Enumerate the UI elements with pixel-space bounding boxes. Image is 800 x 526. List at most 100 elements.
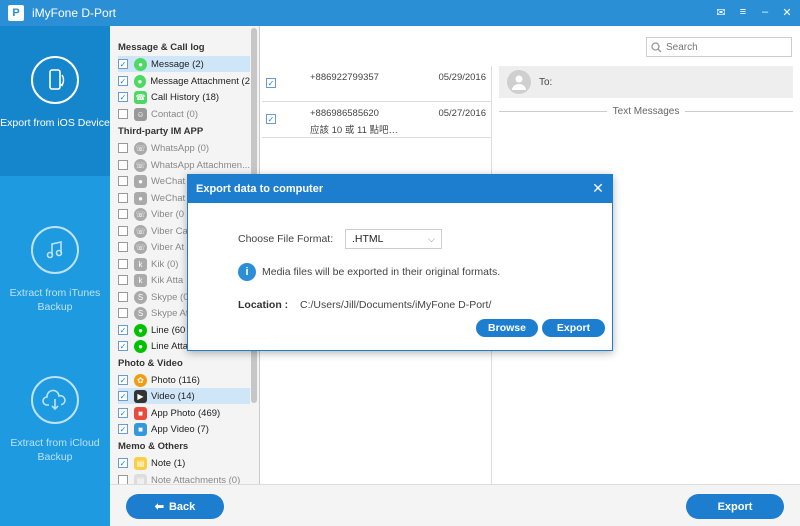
cat-whatsapp-attachment[interactable]: ☏ WhatsApp Attachmen... [118, 157, 250, 173]
checkbox[interactable] [118, 308, 128, 318]
avatar [507, 70, 531, 94]
checkbox[interactable]: ✓ [118, 458, 128, 468]
location-path: C:/Users/Jill/Documents/iMyFone D-Port/ [300, 299, 492, 311]
skype-icon: S [134, 290, 147, 304]
minimize-icon[interactable]: – [758, 4, 772, 20]
search-input[interactable] [666, 41, 786, 53]
checkbox[interactable] [118, 475, 128, 484]
message-phone: +886922799357 [310, 72, 379, 83]
photo-icon: ✿ [134, 373, 147, 387]
checkbox[interactable] [118, 275, 128, 285]
message-row[interactable]: ✓ +886986585620 05/27/2016 应該 10 或 11 點吧… [262, 102, 492, 138]
message-icon: ● [134, 57, 147, 71]
to-label: To: [539, 76, 553, 88]
chevron-down-icon: ⌵ [428, 233, 435, 244]
cat-message[interactable]: ✓ ● Message (2) [118, 56, 250, 72]
cat-app-video[interactable]: ✓ ■ App Video (7) [118, 421, 250, 437]
info-row: i Media files will be exported in their … [238, 263, 500, 281]
checkbox[interactable]: ✓ [118, 59, 128, 69]
checkbox[interactable]: ✓ [266, 114, 276, 124]
cloud-download-icon [31, 376, 79, 424]
checkbox[interactable] [118, 209, 128, 219]
wechat-icon: ● [134, 191, 147, 205]
cat-contact[interactable]: ☺ Contact (0) [118, 106, 250, 122]
checkbox[interactable] [118, 193, 128, 203]
note-icon: ▤ [134, 473, 147, 484]
cat-note[interactable]: ✓ ▤ Note (1) [118, 455, 250, 471]
message-phone: +886986585620 [310, 108, 379, 119]
kik-icon: k [134, 257, 147, 271]
search-icon [651, 41, 662, 52]
checkbox[interactable] [118, 143, 128, 153]
whatsapp-icon: ☏ [134, 141, 147, 155]
export-button[interactable]: Export [686, 494, 784, 519]
checkbox[interactable] [118, 176, 128, 186]
phone-export-icon [31, 56, 79, 104]
contact-icon: ☺ [134, 107, 147, 121]
format-value: .HTML [352, 233, 384, 245]
section-memo-others: Memo & Others [118, 441, 189, 452]
viber-icon: ☏ [134, 224, 147, 238]
close-icon[interactable]: ✕ [780, 4, 794, 20]
line-icon: ● [134, 339, 147, 353]
music-note-icon [31, 226, 79, 274]
section-label: Text Messages [612, 105, 680, 117]
bottom-bar: ⬅ Back Export [110, 484, 800, 526]
checkbox[interactable] [118, 292, 128, 302]
dialog-title: Export data to computer [188, 175, 612, 203]
format-label: Choose File Format: [238, 233, 334, 245]
phone-icon: ☎ [134, 90, 147, 104]
nav-extract-itunes[interactable]: Extract from iTunes Backup [0, 196, 110, 346]
checkbox[interactable] [118, 109, 128, 119]
back-arrow-icon: ⬅ [154, 501, 164, 513]
cat-whatsapp[interactable]: ☏ WhatsApp (0) [118, 140, 250, 156]
title-bar: P iMyFone D-Port ✉ ≡ – ✕ [0, 0, 800, 26]
search-box[interactable] [646, 37, 792, 57]
info-icon: i [238, 263, 256, 281]
line-icon: ● [134, 323, 147, 337]
nav-extract-icloud[interactable]: Extract from iCloud Backup [0, 346, 110, 496]
checkbox[interactable]: ✓ [118, 391, 128, 401]
checkbox[interactable]: ✓ [118, 375, 128, 385]
cat-app-photo[interactable]: ✓ ■ App Photo (469) [118, 405, 250, 421]
left-nav: Export from iOS Device Extract from iTun… [0, 26, 110, 526]
message-row[interactable]: ✓ +886922799357 05/29/2016 [262, 66, 492, 102]
section-message-call-log: Message & Call log [118, 42, 205, 53]
checkbox[interactable]: ✓ [118, 92, 128, 102]
skype-icon: S [134, 306, 147, 320]
cat-call-history[interactable]: ✓ ☎ Call History (18) [118, 89, 250, 105]
cat-note-attachments[interactable]: ▤ Note Attachments (0) [118, 472, 250, 484]
section-photo-video: Photo & Video [118, 358, 183, 369]
checkbox[interactable]: ✓ [118, 76, 128, 86]
kik-icon: k [134, 273, 147, 287]
viber-icon: ☏ [134, 207, 147, 221]
location-label: Location : [238, 299, 289, 311]
note-icon: ▤ [134, 456, 147, 470]
recipient-header: To: [499, 66, 793, 98]
checkbox[interactable] [118, 160, 128, 170]
checkbox[interactable] [118, 242, 128, 252]
menu-icon[interactable]: ≡ [736, 4, 750, 20]
checkbox[interactable] [118, 259, 128, 269]
dialog-export-button[interactable]: Export [542, 319, 605, 337]
nav-export-ios[interactable]: Export from iOS Device [0, 26, 110, 176]
message-date: 05/27/2016 [438, 108, 486, 119]
cat-video[interactable]: ✓ ▶ Video (14) [118, 388, 250, 404]
checkbox[interactable]: ✓ [118, 325, 128, 335]
checkbox[interactable] [118, 226, 128, 236]
app-video-icon: ■ [134, 422, 147, 436]
checkbox[interactable]: ✓ [118, 341, 128, 351]
cat-message-attachment[interactable]: ✓ ● Message Attachment (2 [118, 73, 250, 89]
checkbox[interactable]: ✓ [118, 408, 128, 418]
checkbox[interactable]: ✓ [266, 78, 276, 88]
video-icon: ▶ [134, 389, 147, 403]
cat-photo[interactable]: ✓ ✿ Photo (116) [118, 372, 250, 388]
back-button[interactable]: ⬅ Back [126, 494, 224, 519]
feedback-icon[interactable]: ✉ [714, 4, 728, 20]
browse-button[interactable]: Browse [476, 319, 538, 337]
nav-label: Extract from iTunes Backup [9, 287, 101, 313]
close-icon[interactable]: ✕ [590, 180, 606, 196]
format-select[interactable]: .HTML ⌵ [345, 229, 442, 249]
app-title: iMyFone D-Port [32, 6, 117, 20]
checkbox[interactable]: ✓ [118, 424, 128, 434]
